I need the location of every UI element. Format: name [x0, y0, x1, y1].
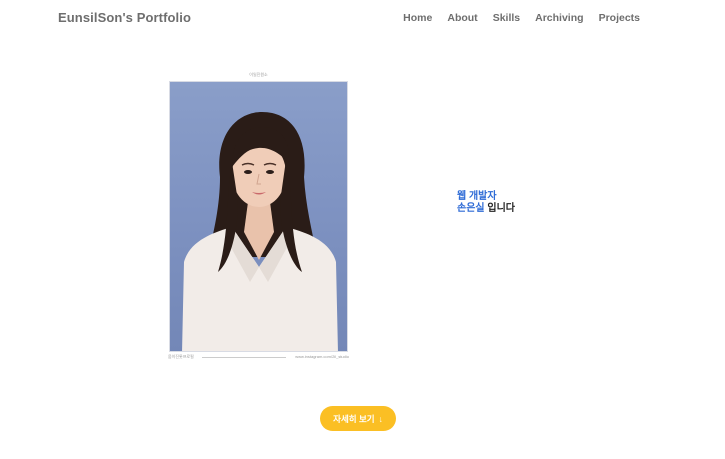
brand-logo[interactable]: EunsilSon's Portfolio	[58, 10, 191, 25]
photo-caption-divider	[202, 357, 286, 358]
profile-photo-card: 이일진원소 움이진롯프로필 www.instagram.com/2il_stud…	[168, 72, 349, 362]
intro-name-line: 손은실 입니다	[457, 203, 515, 215]
nav-link-archiving[interactable]: Archiving	[535, 12, 583, 24]
nav-link-about[interactable]: About	[447, 12, 477, 24]
nav-links: Home About Skills Archiving Projects	[403, 12, 640, 24]
intro-name: 손은실	[457, 203, 485, 214]
intro-role: 웹 개발자	[457, 191, 497, 202]
page: EunsilSon's Portfolio Home About Skills …	[0, 0, 725, 459]
photo-top-caption: 이일진원소	[249, 72, 268, 77]
arrow-down-icon: ↓	[378, 413, 383, 424]
navbar: EunsilSon's Portfolio Home About Skills …	[0, 0, 725, 38]
intro-suffix: 입니다	[484, 203, 515, 214]
profile-photo	[169, 81, 348, 352]
nav-link-projects[interactable]: Projects	[599, 12, 640, 24]
portrait-illustration	[182, 112, 338, 351]
nav-link-skills[interactable]: Skills	[493, 12, 520, 24]
photo-caption-right: www.instagram.com/2il_studio	[295, 354, 349, 359]
nav-link-home[interactable]: Home	[403, 12, 432, 24]
see-more-button[interactable]: 자세히 보기 ↓	[320, 406, 396, 431]
intro-text: 웹 개발자 손은실 입니다	[457, 191, 515, 215]
photo-caption-left: 움이진롯프로필	[168, 354, 194, 359]
see-more-label: 자세히 보기	[333, 413, 375, 424]
